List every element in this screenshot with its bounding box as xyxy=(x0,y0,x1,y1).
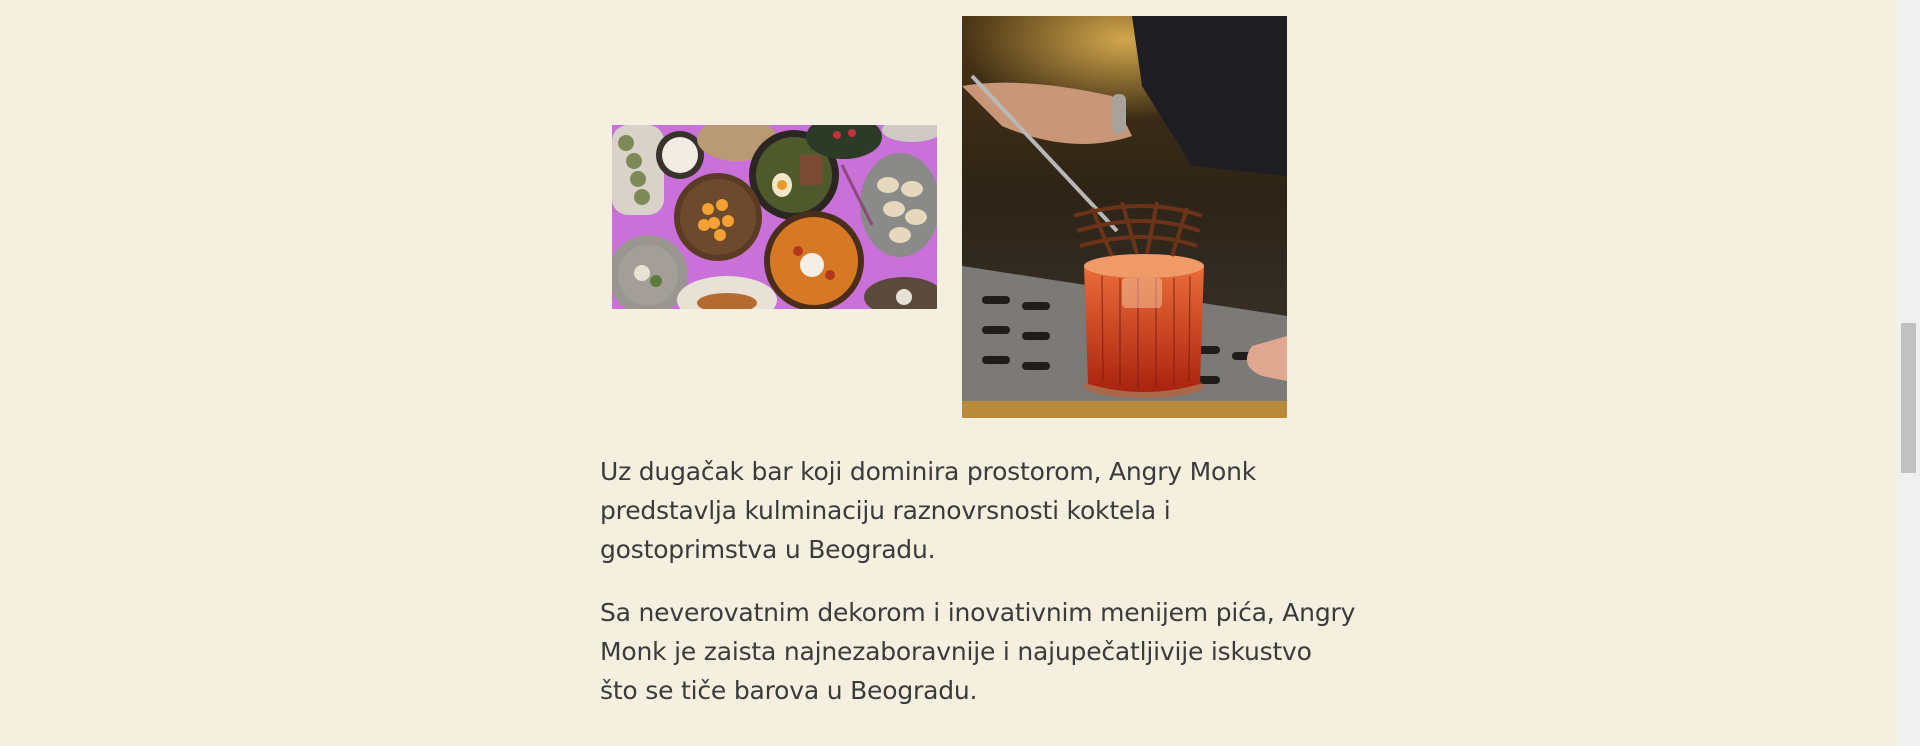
paragraph-1-line-3: gostoprimstva u Beogradu. xyxy=(600,535,936,564)
article-body: Uz dugačak bar koji dominira prostorom, … xyxy=(600,452,1356,734)
paragraph-2-line-3: što se tiče barova u Beogradu. xyxy=(600,676,978,705)
paragraph-1-line-1: Uz dugačak bar koji dominira prostorom, … xyxy=(600,457,1257,486)
page: Uz dugačak bar koji dominira prostorom, … xyxy=(0,0,1920,746)
paragraph-1-line-2: predstavlja kulminaciju raznovrsnosti ko… xyxy=(600,496,1171,525)
article-paragraph-2: Sa neverovatnim dekorom i inovativnim me… xyxy=(600,593,1356,710)
paragraph-2-line-1: Sa neverovatnim dekorom i inovativnim me… xyxy=(600,598,1356,627)
article-paragraph-1: Uz dugačak bar koji dominira prostorom, … xyxy=(600,452,1300,569)
cocktail-photo xyxy=(962,16,1287,418)
vertical-scrollbar[interactable] xyxy=(1897,0,1920,746)
paragraph-2-line-2: Monk je zaista najnezaboravnije i najupe… xyxy=(600,637,1312,666)
scrollbar-thumb[interactable] xyxy=(1901,323,1916,473)
food-photo xyxy=(612,125,937,309)
